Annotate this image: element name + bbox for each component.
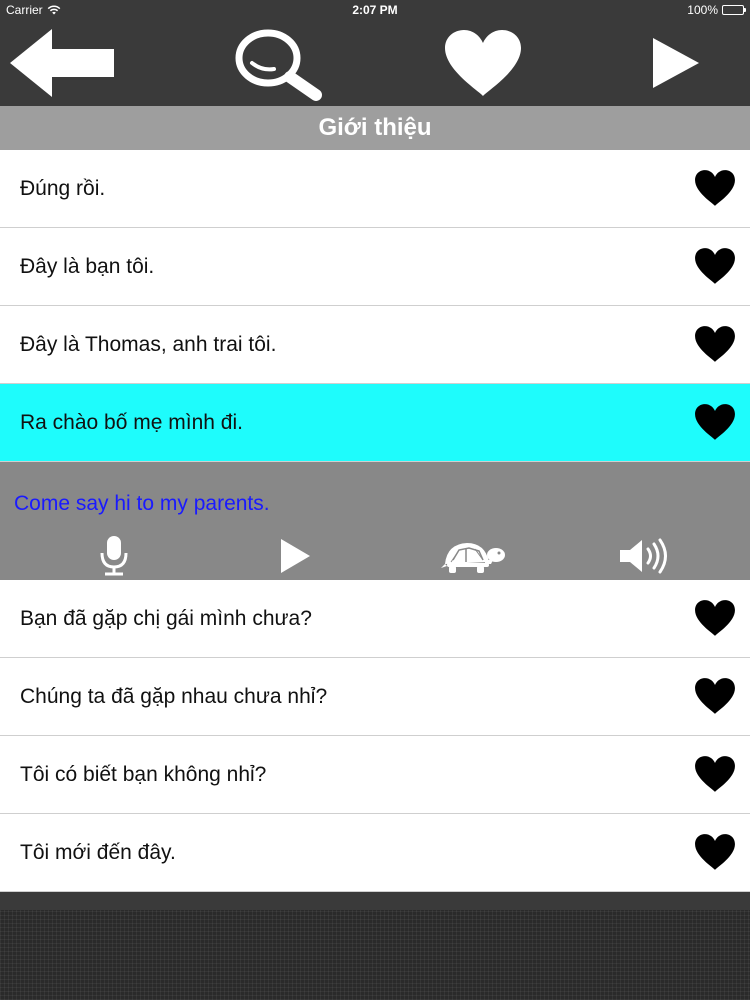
list-item[interactable]: Bạn đã gặp chị gái mình chưa? (0, 580, 750, 658)
phrase-text: Đúng rồi. (20, 177, 106, 200)
list-item[interactable]: Đúng rồi. (0, 150, 750, 228)
phrase-text: Tôi mới đến đây. (20, 841, 176, 864)
favorite-heart-icon[interactable] (694, 754, 736, 794)
play-icon (653, 38, 699, 88)
magnifier-icon (235, 29, 322, 101)
phrase-text: Ra chào bố mẹ mình đi. (20, 411, 243, 434)
slow-play-button[interactable] (438, 534, 510, 578)
favorites-button[interactable] (440, 20, 525, 106)
list-item[interactable]: Tôi mới đến đây. (0, 814, 750, 892)
phrase-text: Đây là Thomas, anh trai tôi. (20, 333, 277, 356)
list-item[interactable]: Đây là Thomas, anh trai tôi. (0, 306, 750, 384)
section-header: Giới thiệu (0, 106, 750, 150)
favorite-heart-icon[interactable] (694, 246, 736, 286)
list-item[interactable]: Đây là bạn tôi. (0, 228, 750, 306)
phrase-list: Đúng rồi. Đây là bạn tôi. Đây là Thomas,… (0, 150, 750, 892)
back-arrow-icon (10, 29, 114, 97)
favorite-heart-icon[interactable] (694, 324, 736, 364)
record-button[interactable] (92, 534, 136, 578)
phrase-detail-panel: Come say hi to my parents. (0, 462, 750, 580)
search-button[interactable] (230, 20, 325, 106)
back-button[interactable] (6, 20, 118, 106)
microphone-icon (100, 536, 128, 576)
play-icon (281, 539, 310, 573)
battery-icon (722, 5, 746, 15)
favorite-heart-icon[interactable] (694, 598, 736, 638)
battery-info: 100% (687, 3, 746, 17)
volume-button[interactable] (614, 534, 674, 578)
phrase-text: Bạn đã gặp chị gái mình chưa? (20, 607, 312, 630)
play-button[interactable] (645, 20, 705, 106)
list-item-selected[interactable]: Ra chào bố mẹ mình đi. (0, 384, 750, 462)
play-audio-button[interactable] (270, 534, 320, 578)
phrase-text: Đây là bạn tôi. (20, 255, 155, 278)
list-item[interactable]: Chúng ta đã gặp nhau chưa nhỉ? (0, 658, 750, 736)
list-item[interactable]: Tôi có biết bạn không nhỉ? (0, 736, 750, 814)
toolbar (0, 20, 750, 106)
phrase-text: Chúng ta đã gặp nhau chưa nhỉ? (20, 685, 328, 708)
favorite-heart-icon[interactable] (694, 402, 736, 442)
battery-percent: 100% (687, 3, 718, 17)
status-bar: Carrier 2:07 PM 100% (0, 0, 750, 20)
translation-text: Come say hi to my parents. (14, 492, 270, 515)
heart-icon (444, 30, 521, 96)
favorite-heart-icon[interactable] (694, 676, 736, 716)
phrase-text: Tôi có biết bạn không nhỉ? (20, 763, 267, 786)
favorite-heart-icon[interactable] (694, 168, 736, 208)
favorite-heart-icon[interactable] (694, 832, 736, 872)
speaker-icon (620, 538, 667, 574)
status-time: 2:07 PM (352, 3, 398, 17)
bottom-bar (0, 910, 750, 1000)
turtle-icon (441, 543, 505, 573)
